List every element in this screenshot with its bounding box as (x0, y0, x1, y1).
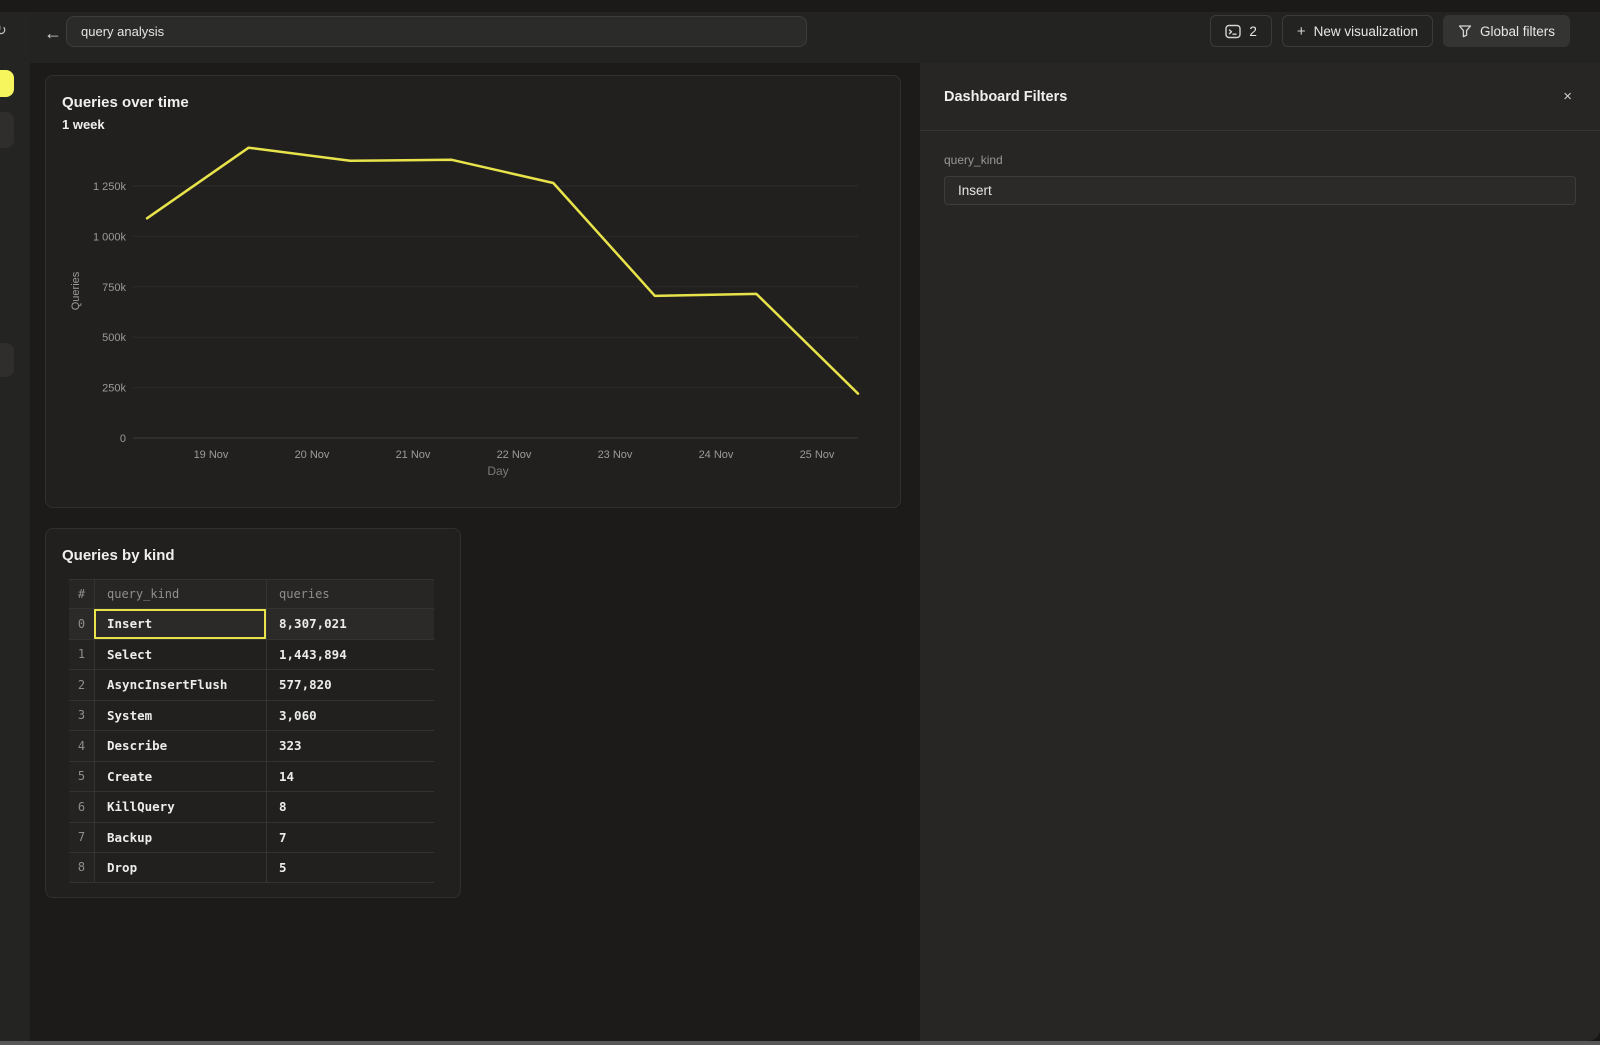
queries-cell[interactable]: 7 (266, 823, 434, 853)
row-index: 8 (69, 853, 94, 882)
row-index: 7 (69, 823, 94, 853)
close-icon[interactable]: × (1563, 89, 1572, 104)
queries-cell[interactable]: 323 (266, 731, 434, 761)
table-row: 2AsyncInsertFlush577,820 (69, 669, 434, 700)
table-row: 5Create14 (69, 761, 434, 792)
x-axis-title: Day (487, 464, 508, 478)
table-row: 3System3,060 (69, 700, 434, 731)
query-kind-filter-select[interactable]: Insert (944, 176, 1576, 205)
row-index: 6 (69, 792, 94, 822)
query-kind-filter-label: query_kind (944, 153, 1576, 167)
refresh-icon[interactable]: ↻ (0, 22, 7, 39)
table-row: 1Select1,443,894 (69, 639, 434, 670)
rail-yellow-swatch[interactable] (0, 70, 14, 97)
query-kind-cell[interactable]: Drop (94, 853, 266, 882)
column-header-queries[interactable]: queries (266, 580, 434, 608)
x-axis-tick-label: 23 Nov (598, 449, 633, 461)
topbar-actions: 2 + New visualization Global filters (1210, 15, 1570, 47)
queries-cell[interactable]: 14 (266, 762, 434, 792)
x-axis-tick-label: 19 Nov (194, 449, 229, 461)
table-row: 7Backup7 (69, 822, 434, 853)
y-axis-tick-label: 1 000k (93, 231, 127, 243)
filters-panel-title: Dashboard Filters (944, 89, 1067, 105)
table-row: 4Describe323 (69, 730, 434, 761)
x-axis-tick-label: 21 Nov (396, 449, 431, 461)
column-header-query_kind[interactable]: query_kind (94, 580, 266, 608)
y-axis-tick-label: 500k (102, 332, 126, 344)
filters-panel-body: query_kind Insert (920, 131, 1600, 205)
y-axis-tick-label: 1 250k (93, 181, 127, 193)
chart-title: Queries over time (62, 94, 189, 111)
queries-cell[interactable]: 1,443,894 (266, 640, 434, 670)
console-icon (1225, 24, 1241, 39)
y-axis-tick-label: 750k (102, 282, 126, 294)
row-index: 3 (69, 701, 94, 731)
row-index: 0 (69, 609, 94, 639)
table-row: 0Insert8,307,021 (69, 608, 434, 639)
chart-subtitle: 1 week (62, 117, 105, 132)
window-top-edge (0, 0, 1600, 12)
rail-item-2[interactable] (0, 343, 14, 377)
rail-item-1[interactable] (0, 112, 14, 148)
console-count-button[interactable]: 2 (1210, 15, 1272, 47)
dashboard-filters-panel: Dashboard Filters × query_kind Insert (920, 63, 1600, 1041)
query-kind-cell[interactable]: AsyncInsertFlush (94, 670, 266, 700)
x-axis-tick-label: 20 Nov (295, 449, 330, 461)
query-kind-cell[interactable]: Describe (94, 731, 266, 761)
new-visualization-label: New visualization (1314, 24, 1418, 39)
query-kind-cell[interactable]: KillQuery (94, 792, 266, 822)
query-kind-cell[interactable]: Create (94, 762, 266, 792)
queries-by-kind-table: #query_kindqueries0Insert8,307,0211Selec… (69, 579, 434, 883)
query-kind-cell[interactable]: Select (94, 640, 266, 670)
x-axis-tick-label: 25 Nov (800, 449, 835, 461)
global-filters-button[interactable]: Global filters (1443, 15, 1570, 47)
global-filters-label: Global filters (1480, 24, 1555, 39)
y-axis-title: Queries (70, 271, 82, 310)
y-axis-tick-label: 250k (102, 383, 126, 395)
row-index: 2 (69, 670, 94, 700)
dashboard-canvas: 0250k500k750k1 000k1 250kQueries19 Nov20… (30, 63, 920, 1041)
column-header-index[interactable]: # (69, 580, 94, 608)
y-axis-tick-label: 0 (120, 433, 126, 445)
table-header-row: #query_kindqueries (69, 579, 434, 608)
back-arrow-icon[interactable]: ← (40, 20, 66, 46)
x-axis-tick-label: 24 Nov (699, 449, 734, 461)
queries-cell[interactable]: 577,820 (266, 670, 434, 700)
queries-cell[interactable]: 3,060 (266, 701, 434, 731)
table-row: 8Drop5 (69, 852, 434, 883)
row-index: 5 (69, 762, 94, 792)
queries-over-time-card: 0 250k 500k 750k 1 000k 1 250k Queries 19 Nov 20… (45, 75, 901, 508)
queries-by-kind-card: Queries by kind #query_kindqueries0Inser… (45, 528, 461, 898)
queries-line-series[interactable] (147, 148, 858, 394)
table-title: Queries by kind (62, 547, 175, 564)
window-bottom-edge (0, 1041, 1600, 1045)
table-row: 6KillQuery8 (69, 791, 434, 822)
funnel-icon (1458, 24, 1472, 38)
query-kind-cell[interactable]: System (94, 701, 266, 731)
console-count: 2 (1249, 24, 1257, 39)
plus-icon: + (1297, 23, 1306, 40)
queries-cell[interactable]: 8,307,021 (266, 609, 434, 639)
left-rail: ↻ (0, 12, 30, 1041)
queries-cell[interactable]: 5 (266, 853, 434, 882)
new-visualization-button[interactable]: + New visualization (1282, 15, 1433, 47)
row-index: 4 (69, 731, 94, 761)
top-bar: ← 2 + New visualization Global filter (30, 12, 1600, 63)
dashboard-title-input[interactable] (66, 16, 807, 47)
query-kind-cell[interactable]: Backup (94, 823, 266, 853)
queries-cell[interactable]: 8 (266, 792, 434, 822)
filters-panel-header: Dashboard Filters × (920, 63, 1600, 131)
x-axis-tick-label: 22 Nov (497, 449, 532, 461)
query-kind-cell[interactable]: Insert (94, 609, 266, 639)
row-index: 1 (69, 640, 94, 670)
queries-over-time-chart[interactable]: 0 250k 500k 750k 1 000k 1 250k Queries 19 Nov 20… (46, 76, 902, 509)
